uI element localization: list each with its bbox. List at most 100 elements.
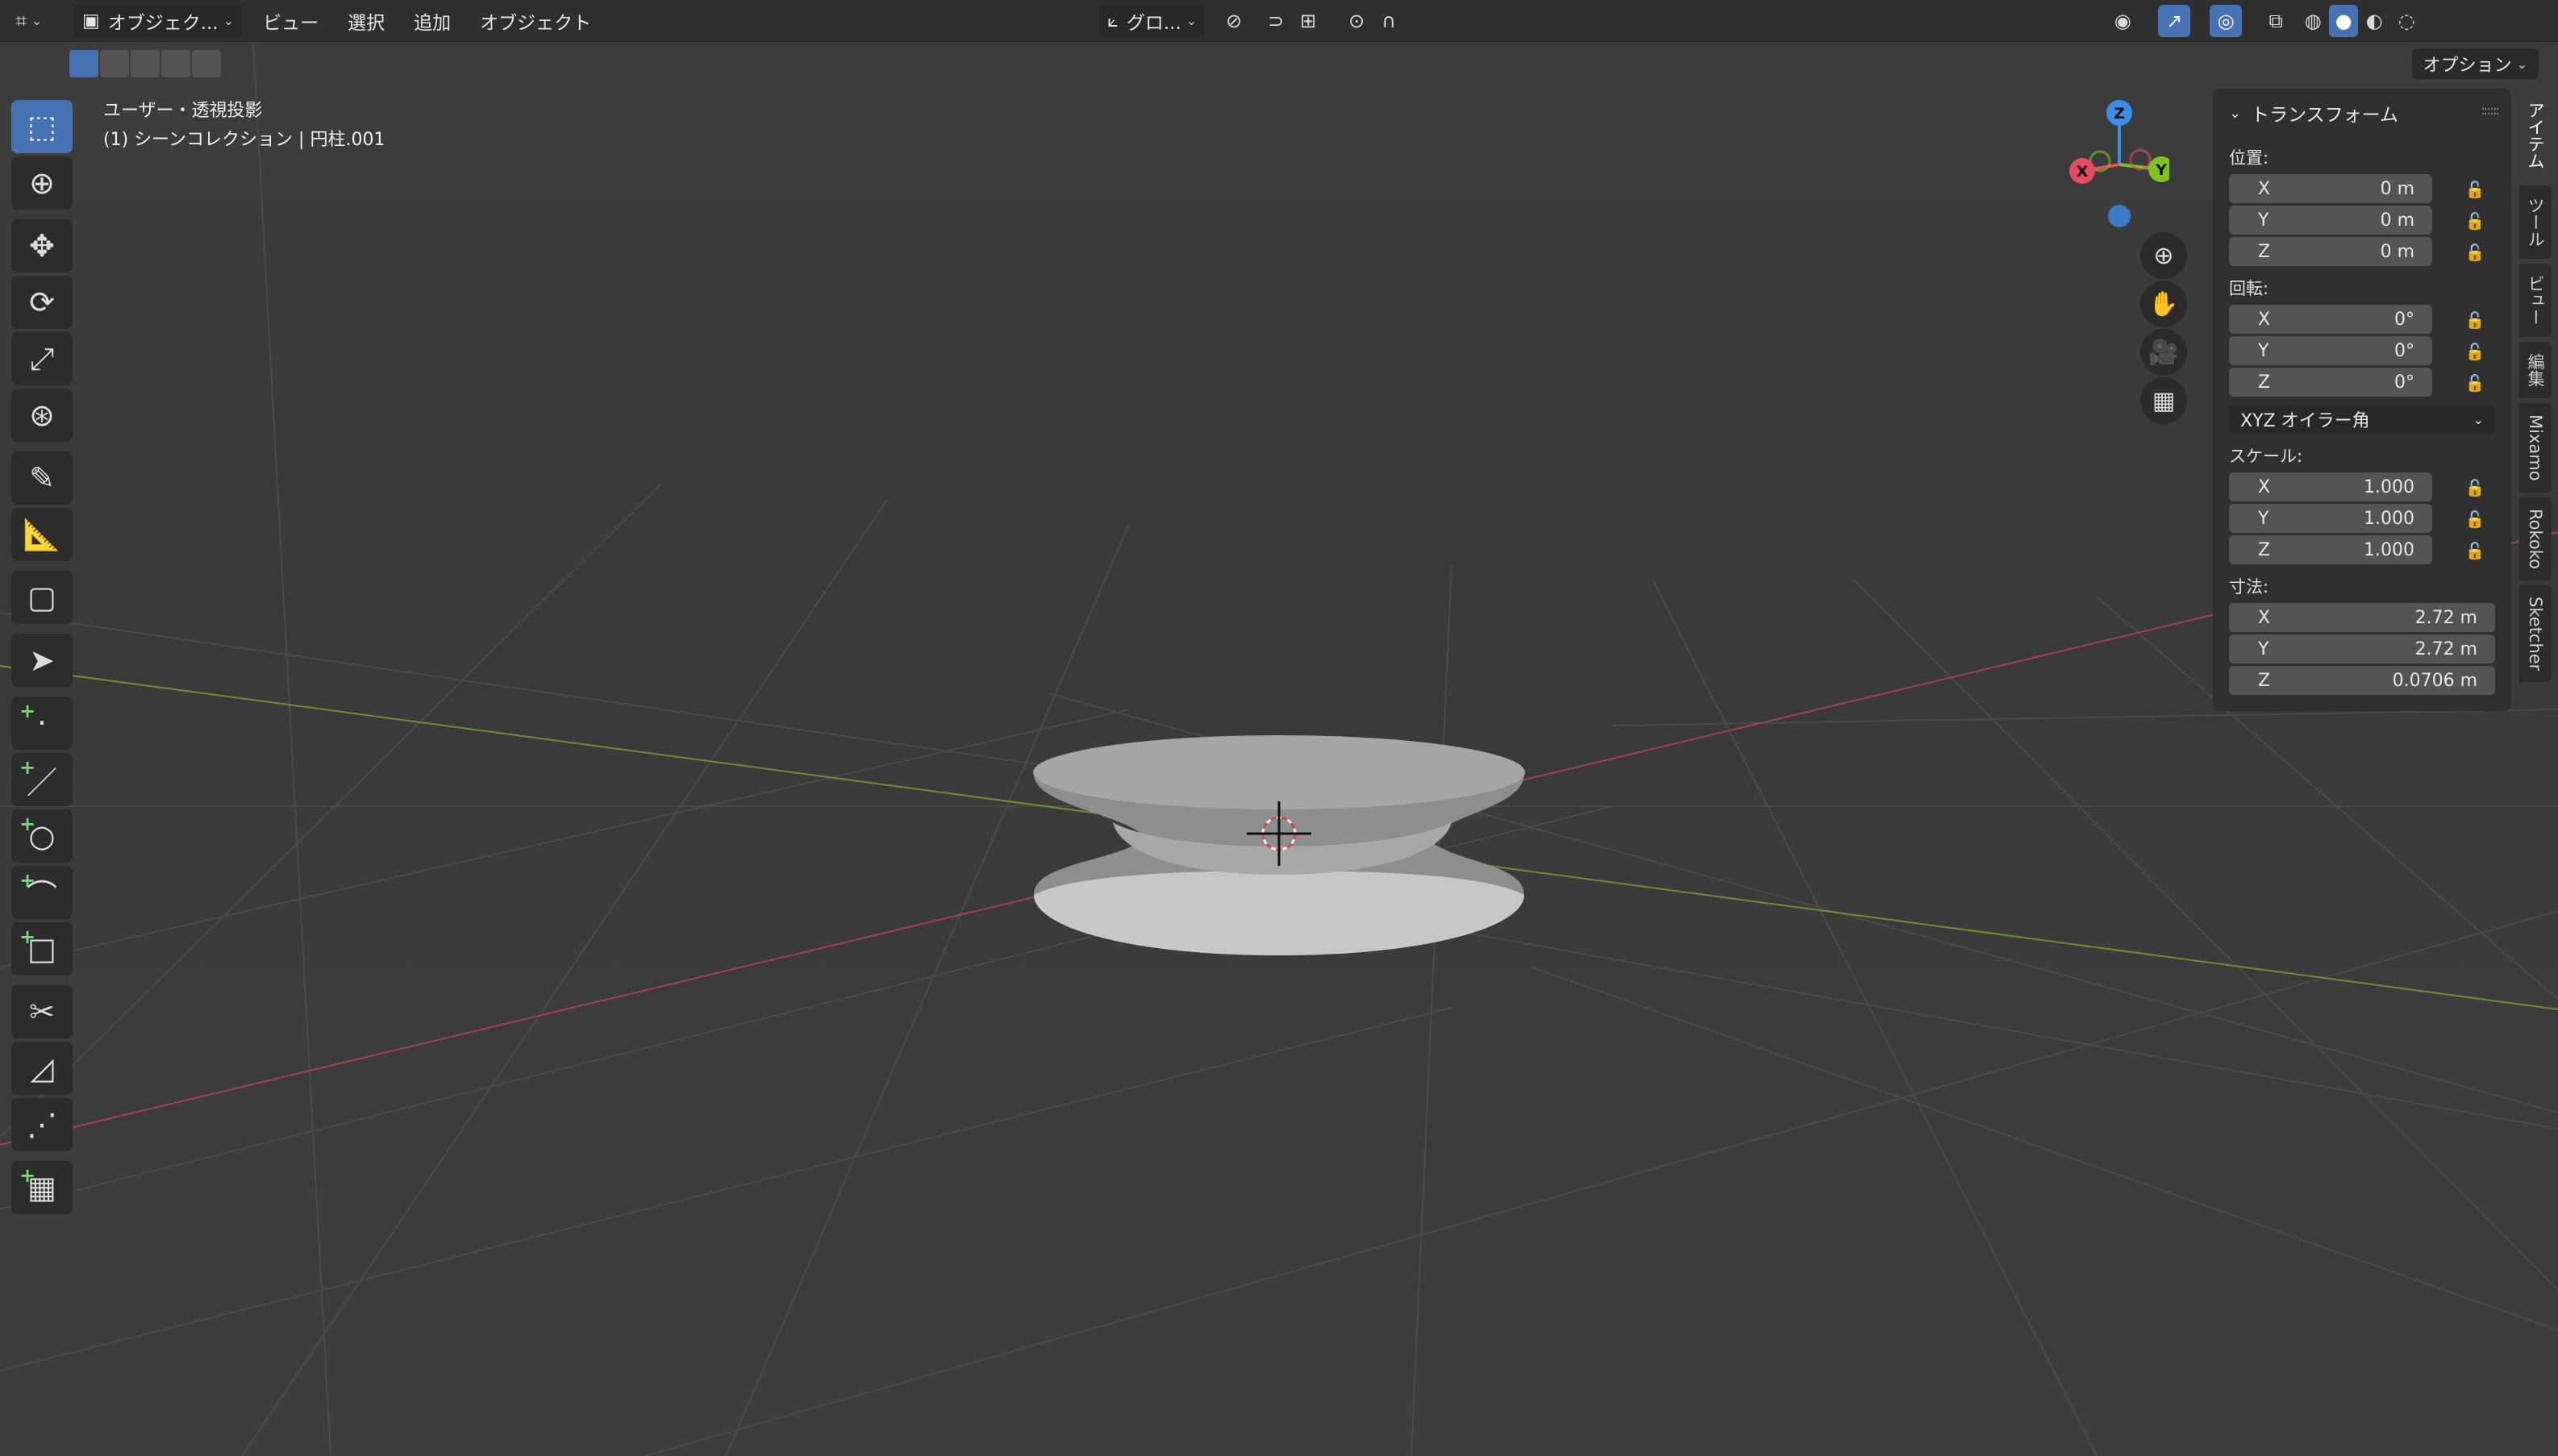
shading-solid-icon[interactable]: ● [2329,4,2359,37]
pan-hand-icon[interactable]: ✋ [2140,281,2187,327]
perspective-toggle-icon[interactable]: ▦ [2140,377,2187,424]
menu-object[interactable]: オブジェクト [472,5,599,37]
add-point-tool-icon[interactable]: + · [11,697,73,750]
snap-icon[interactable]: ⊃ [1260,5,1292,37]
gizmo-z-label: Z [2114,105,2125,123]
rotation-z-field[interactable]: Z 0° [2229,368,2432,397]
scale-tool-icon[interactable]: ⤢ [11,332,73,385]
add-line-tool-icon[interactable]: + ／ [11,753,73,806]
lock-icon[interactable]: 🔓 [2463,539,2487,563]
select-extend-icon[interactable] [100,50,129,77]
tool-settings-bar: オプション ⌄ [0,45,2558,82]
lock-icon[interactable]: 🔓 [2463,308,2487,332]
fillet-tool-icon[interactable]: ◿ [11,1042,73,1095]
drag-handle-icon[interactable] [2482,108,2498,114]
lock-icon[interactable]: 🔓 [2463,240,2487,264]
lock-icon[interactable]: 🔓 [2463,371,2487,395]
transform-orientation-dropdown[interactable]: ⟀ グロ... ⌄ [1099,4,1206,37]
select-invert-icon[interactable] [161,50,190,77]
pivot-point-icon[interactable]: ⊘ [1218,5,1250,37]
select-new-icon[interactable] [69,50,98,77]
navigation-gizmo[interactable]: Z Y X ⊕ ✋ 🎥 ▦ [2048,95,2187,424]
chevron-down-icon: ⌄ [2229,104,2242,122]
view-name: ユーザー・透視投影 [103,101,263,121]
rotation-x-field[interactable]: X 0° [2229,305,2432,334]
editor-type-icon[interactable]: ⌗ ⌄ [13,5,45,37]
transform-tool-icon[interactable]: ⊛ [11,389,73,442]
select-box-tool-icon[interactable]: ⬚ [11,100,73,153]
tab-mixamo[interactable]: Mixamo [2519,403,2552,493]
add-arc-tool-icon[interactable]: + ⌒ [11,866,73,919]
location-y-field[interactable]: Y0 m [2229,206,2432,235]
proportional-edit-icon[interactable]: ⊙ [1340,5,1373,37]
overlay-toggle-icon[interactable]: ◎ [2210,4,2243,37]
select-move-tool-icon[interactable]: ➤ [11,634,73,687]
orientation-icon: ⟀ [1107,10,1119,31]
menu-view[interactable]: ビュー [255,5,327,37]
rotate-tool-icon[interactable]: ⟳ [11,276,73,329]
select-intersect-icon[interactable] [192,50,221,77]
tab-item[interactable]: アイテム [2519,90,2552,181]
chevron-down-icon: ⌄ [2473,411,2484,427]
lock-icon[interactable]: 🔓 [2463,507,2487,531]
transform-panel-header[interactable]: ⌄ トランスフォーム [2229,95,2398,131]
lock-icon[interactable]: 🔓 [2463,476,2487,500]
add-grid-tool-icon[interactable]: + ▦ [11,1161,73,1214]
annotate-tool-icon[interactable]: ✎ [11,451,73,505]
camera-view-icon[interactable]: 🎥 [2140,329,2187,376]
snap-target-icon[interactable]: ⊞ [1292,5,1324,37]
tab-tool[interactable]: ツール [2519,185,2552,259]
tab-rokoko[interactable]: Rokoko [2519,497,2552,580]
viewport-header: ⌗ ⌄ ▣ オブジェク... ⌄ ビュー 選択 追加 オブジェクト ⟀ グロ...… [0,0,2558,42]
rotation-mode-dropdown[interactable]: XYZ オイラー角 ⌄ [2229,405,2495,434]
3d-viewport[interactable] [0,0,2558,1456]
measure-tool-icon[interactable]: 📐 [11,508,73,561]
falloff-icon[interactable]: ∩ [1373,5,1405,37]
object-mode-icon: ▣ [82,10,100,31]
tab-view[interactable]: ビュー [2519,264,2552,337]
shading-rendered-icon[interactable]: ◌ [2390,5,2423,37]
zoom-icon[interactable]: ⊕ [2140,232,2187,279]
add-circle-tool-icon[interactable]: + ○ [11,809,73,863]
add-rectangle-tool-icon[interactable]: + □ [11,922,73,976]
offset-tool-icon[interactable]: ⋰ [11,1098,73,1151]
scale-x-field[interactable]: X 1.000 [2229,472,2432,501]
scale-label: スケール: [2229,447,2303,466]
location-x-field[interactable]: X0 m [2229,174,2432,203]
location-z-field[interactable]: Z0 m [2229,237,2432,266]
chevron-down-icon: ⌄ [1185,13,1198,28]
gizmo-toggle-icon[interactable]: ↗ [2158,4,2191,37]
rotation-label: 回転: [2229,279,2269,298]
tab-sketcher[interactable]: Sketcher [2519,584,2552,682]
lock-icon[interactable]: 🔓 [2463,339,2487,364]
dimensions-x-field[interactable]: X 2.72 m [2229,603,2495,632]
lock-icon[interactable]: 🔓 [2463,209,2487,233]
scale-y-field[interactable]: Y 1.000 [2229,504,2432,533]
shading-material-icon[interactable]: ◐ [2358,5,2390,37]
tab-edit[interactable]: 編集 [2519,342,2552,398]
xray-icon[interactable]: ⧉ [2260,5,2292,37]
options-dropdown[interactable]: オプション ⌄ [2411,48,2539,79]
dimensions-z-field[interactable]: Z 0.0706 m [2229,666,2495,695]
axis-gizmo[interactable]: Z Y X [2048,95,2174,240]
trim-tool-icon[interactable]: ✂ [11,985,73,1038]
move-tool-icon[interactable]: ✥ [11,219,73,272]
menu-select[interactable]: 選択 [340,5,393,37]
floor-grid [0,0,2558,1456]
collection-info: (1) シーンコレクション | 円柱.001 [103,130,385,150]
shading-wireframe-icon[interactable]: ◍ [2297,5,2329,37]
lock-icon[interactable]: 🔓 [2463,177,2487,202]
cursor-tool-icon[interactable]: ⊕ [11,156,73,210]
sidebar-transform-panel: ⌄ トランスフォーム 位置: X0 m 🔓 Y0 m 🔓 Z0 m 🔓 回転: … [2213,89,2511,711]
add-cube-tool-icon[interactable]: ▢ [11,571,73,624]
dimensions-y-field[interactable]: Y 2.72 m [2229,634,2495,664]
select-subtract-icon[interactable] [131,50,160,77]
mode-dropdown[interactable]: ▣ オブジェク... ⌄ [74,4,243,37]
chevron-down-icon: ⌄ [223,13,235,28]
gizmo-y-label: Y [2155,161,2167,179]
visibility-icon[interactable]: ◉ [2106,5,2139,37]
gizmo-x-label: X [2077,163,2089,181]
rotation-y-field[interactable]: Y 0° [2229,336,2432,365]
scale-z-field[interactable]: Z 1.000 [2229,535,2432,564]
menu-add[interactable]: 追加 [406,5,459,37]
